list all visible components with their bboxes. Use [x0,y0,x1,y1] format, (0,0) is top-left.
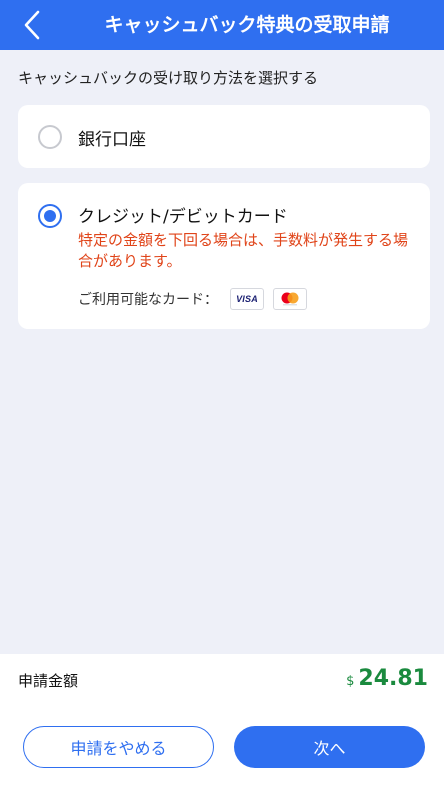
fee-warning-text: 特定の金額を下回る場合は、手数料が発生する場合があります。 [78,231,409,270]
radio-credit-card[interactable] [38,204,62,228]
section-title: キャッシュバックの受け取り方法を選択する [18,69,319,87]
content-area: キャッシュバックの受け取り方法を選択する 銀行口座 クレジット/デビットカード … [0,50,444,654]
back-button[interactable] [14,8,50,42]
footer-bar: 申請金額 $24.81 申請をやめる 次へ [0,654,444,787]
option-credit-card[interactable]: クレジット/デビットカード 特定の金額を下回る場合は、手数料が発生する場合があり… [18,183,430,329]
available-cards-label: ご利用可能なカード： [78,292,218,308]
option-label-credit-card: クレジット/デビットカード [78,207,288,227]
app-header: キャッシュバック特典の受取申請 [0,0,444,50]
amount-label: 申請金額 [18,672,79,690]
chevron-left-icon [24,10,40,40]
next-button[interactable]: 次へ [234,726,425,768]
page-title: キャッシュバック特典の受取申請 [104,14,390,36]
available-cards-row: ご利用可能なカード： VISA [78,287,316,311]
currency-symbol: $ [346,674,355,689]
cancel-request-button[interactable]: 申請をやめる [23,726,214,768]
radio-selected-dot [44,210,56,222]
option-bank-account[interactable]: 銀行口座 [18,105,430,168]
radio-bank-account[interactable] [38,125,62,149]
visa-icon: VISA [230,288,264,310]
option-label-bank-account: 銀行口座 [78,130,146,150]
amount-value: 24.81 [358,666,428,691]
mastercard-icon [273,288,307,310]
amount-display: $24.81 [346,666,428,691]
